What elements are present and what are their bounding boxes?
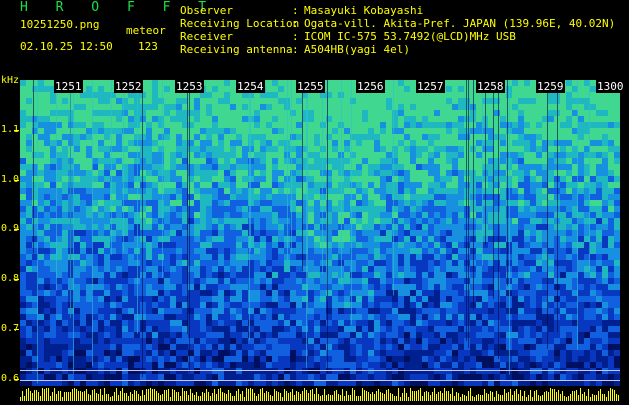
meteor-count: 123 — [138, 40, 158, 53]
separator: : — [292, 17, 299, 30]
y-tick — [14, 279, 19, 280]
minute-label: 1254 — [236, 80, 265, 93]
location-row: Receiving Location : Ogata-vill. Akita-P… — [180, 17, 615, 30]
spectrogram — [20, 80, 620, 386]
minute-label: 1253 — [175, 80, 204, 93]
meteor-label: meteor — [126, 24, 166, 37]
minute-label: 1256 — [356, 80, 385, 93]
separator: : — [292, 4, 299, 17]
location-key: Receiving Location — [180, 17, 300, 30]
minute-label: 1257 — [416, 80, 445, 93]
minute-label: 1255 — [296, 80, 325, 93]
receiver-value: ICOM IC-575 53.7492(@LCD)MHz USB — [304, 30, 516, 43]
filename-label: 10251250.png — [20, 18, 100, 31]
signal-level-canvas — [20, 388, 619, 401]
axis-unit-label: kHz — [1, 75, 20, 86]
frequency-axis: kHz 1.1 1.0 0.9 0.8 0.7 0.6 — [0, 75, 20, 400]
receiver-key: Receiver — [180, 30, 233, 43]
minute-label: 1258 — [476, 80, 505, 93]
antenna-key: Receiving antenna — [180, 43, 293, 56]
y-tick — [14, 180, 19, 181]
minute-label: 1300 — [596, 80, 625, 93]
observer-key: Observer — [180, 4, 233, 17]
minute-label: 1259 — [536, 80, 565, 93]
signal-level-strip — [20, 386, 620, 401]
y-tick — [14, 329, 19, 330]
y-tick — [14, 379, 19, 380]
antenna-row: Receiving antenna : A504HB(yagi 4el) — [180, 43, 615, 56]
location-value: Ogata-vill. Akita-Pref. JAPAN (139.96E, … — [304, 17, 616, 30]
observer-row: Observer : Masayuki Kobayashi — [180, 4, 615, 17]
header-bar: H R O F F T 10251250.png meteor 02.10.25… — [0, 0, 629, 75]
y-tick — [14, 130, 19, 131]
separator: : — [292, 43, 299, 56]
minute-label: 1252 — [114, 80, 143, 93]
spectrogram-canvas — [20, 80, 620, 386]
minute-label: 1251 — [54, 80, 83, 93]
observer-value: Masayuki Kobayashi — [304, 4, 424, 17]
timestamp-label: 02.10.25 12:50 — [20, 40, 113, 53]
y-tick — [14, 229, 19, 230]
receiver-row: Receiver : ICOM IC-575 53.7492(@LCD)MHz … — [180, 30, 615, 43]
station-info: Observer : Masayuki Kobayashi Receiving … — [180, 4, 615, 56]
antenna-value: A504HB(yagi 4el) — [304, 43, 410, 56]
separator: : — [292, 30, 299, 43]
